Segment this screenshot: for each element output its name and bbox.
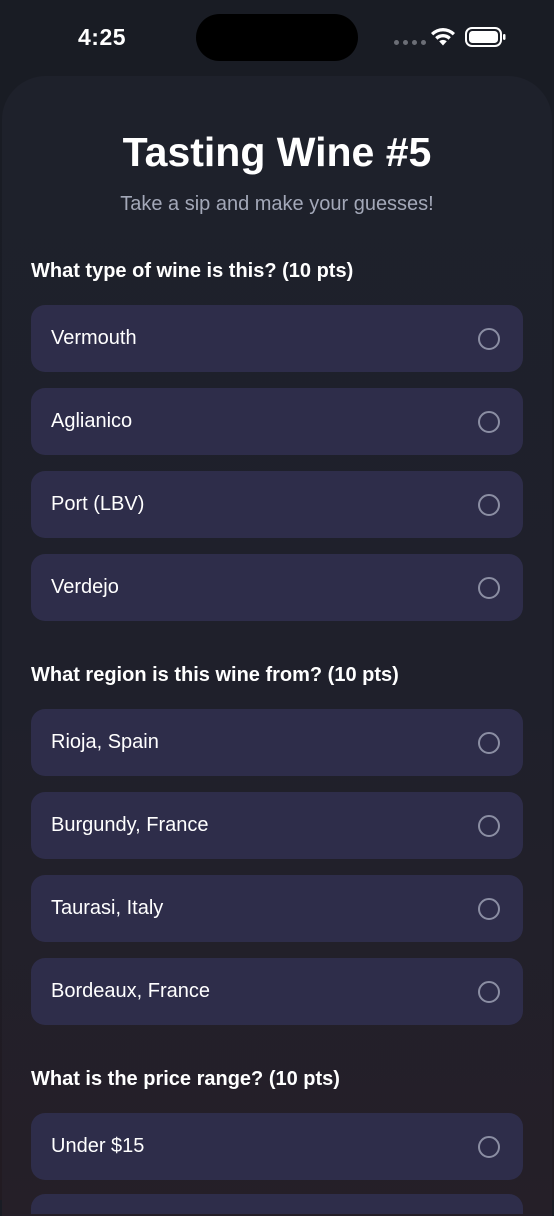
option-label: Aglianico (51, 410, 133, 432)
option-label: Port (LBV) (51, 493, 145, 515)
option-label: Rioja, Spain (51, 731, 159, 753)
option-bordeaux-france[interactable]: Bordeaux, France (31, 958, 523, 1025)
option-rioja-spain[interactable]: Rioja, Spain (31, 709, 523, 776)
radio-unselected-icon[interactable] (478, 577, 500, 599)
option-next-partial[interactable] (31, 1194, 523, 1214)
radio-unselected-icon[interactable] (478, 1136, 500, 1158)
question-wine-type: What type of wine is this? (10 pts) (31, 260, 354, 282)
wifi-icon (431, 28, 455, 46)
option-label: Taurasi, Italy (51, 897, 164, 919)
radio-unselected-icon[interactable] (478, 898, 500, 920)
option-vermouth[interactable]: Vermouth (31, 305, 523, 372)
radio-unselected-icon[interactable] (478, 815, 500, 837)
option-under-15[interactable]: Under $15 (31, 1113, 523, 1180)
option-label: Verdejo (51, 576, 119, 598)
radio-unselected-icon[interactable] (478, 494, 500, 516)
page-title: Tasting Wine #5 (122, 129, 432, 175)
cellular-signal-icon (394, 40, 426, 45)
option-label: Bordeaux, France (51, 980, 210, 1002)
battery-icon (465, 27, 506, 47)
question-price-range: What is the price range? (10 pts) (31, 1068, 340, 1090)
question-wine-region: What region is this wine from? (10 pts) (31, 664, 399, 686)
option-label: Vermouth (51, 327, 137, 349)
status-bar: 4:25 (0, 0, 554, 76)
option-label: Burgundy, France (51, 814, 209, 836)
option-aglianico[interactable]: Aglianico (31, 388, 523, 455)
quiz-card (2, 76, 552, 1216)
option-label: Under $15 (51, 1135, 145, 1157)
radio-unselected-icon[interactable] (478, 411, 500, 433)
radio-unselected-icon[interactable] (478, 981, 500, 1003)
option-verdejo[interactable]: Verdejo (31, 554, 523, 621)
radio-unselected-icon[interactable] (478, 732, 500, 754)
option-port-lbv[interactable]: Port (LBV) (31, 471, 523, 538)
option-taurasi-italy[interactable]: Taurasi, Italy (31, 875, 523, 942)
dynamic-island (196, 14, 358, 61)
option-burgundy-france[interactable]: Burgundy, France (31, 792, 523, 859)
status-time: 4:25 (78, 24, 127, 50)
page-subtitle: Take a sip and make your guesses! (120, 193, 434, 215)
radio-unselected-icon[interactable] (478, 328, 500, 350)
